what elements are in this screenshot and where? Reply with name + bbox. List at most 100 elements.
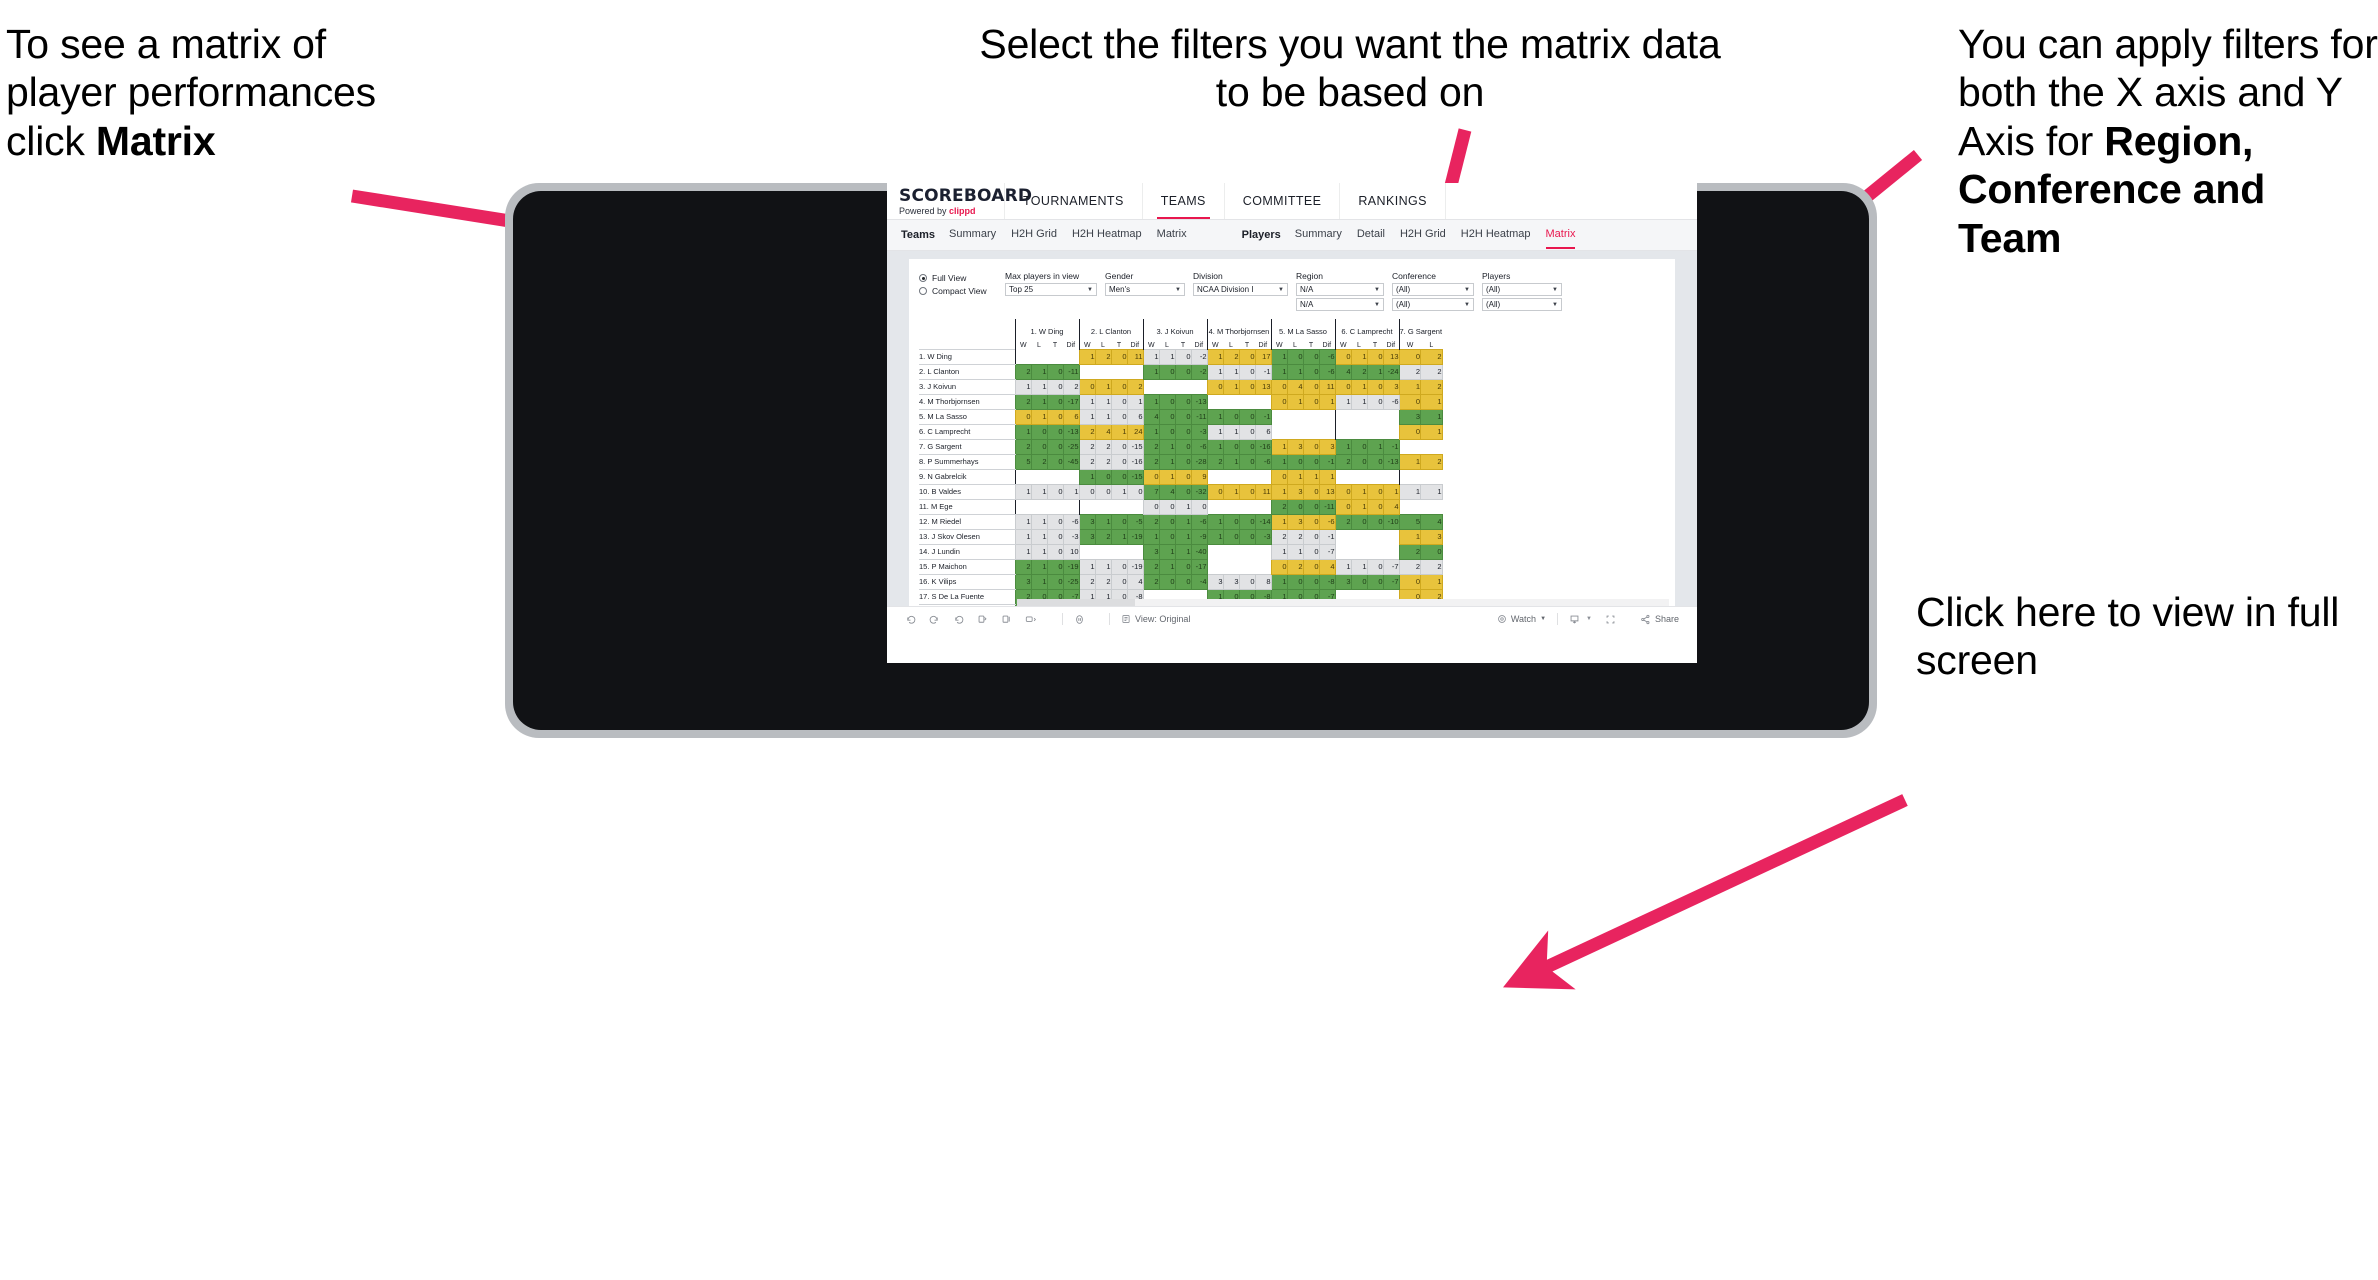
matrix-cell[interactable]: 2 bbox=[1094, 528, 1112, 545]
matrix-cell[interactable]: 9 bbox=[1190, 468, 1208, 485]
matrix-cell-empty[interactable] bbox=[1351, 409, 1367, 424]
matrix-cell[interactable]: 11 bbox=[1318, 378, 1336, 395]
matrix-cell[interactable]: 2 bbox=[1142, 453, 1160, 470]
matrix-cell[interactable]: 1 bbox=[1270, 513, 1288, 530]
matrix-cell[interactable]: 2 bbox=[1078, 453, 1096, 470]
matrix-cell[interactable]: -11 bbox=[1062, 363, 1080, 380]
matrix-cell-empty[interactable] bbox=[1031, 499, 1047, 514]
matrix-cell[interactable]: 2 bbox=[1142, 513, 1160, 530]
matrix-cell[interactable]: 0 bbox=[1302, 483, 1320, 500]
matrix-cell[interactable]: 1 bbox=[1142, 348, 1160, 365]
matrix-cell[interactable]: 1 bbox=[1350, 483, 1368, 500]
matrix-cell-empty[interactable] bbox=[1063, 469, 1079, 484]
matrix-cell[interactable]: 0 bbox=[1174, 363, 1192, 380]
matrix-cell[interactable]: 13 bbox=[1254, 378, 1272, 395]
matrix-cell[interactable]: 0 bbox=[1174, 573, 1192, 590]
matrix-cell[interactable]: -15 bbox=[1126, 438, 1144, 455]
matrix-cell[interactable]: -6 bbox=[1318, 513, 1336, 530]
matrix-cell-empty[interactable] bbox=[1175, 379, 1191, 394]
matrix-cell[interactable]: 1 bbox=[1286, 393, 1304, 410]
matrix-cell[interactable]: 1 bbox=[1270, 438, 1288, 455]
matrix-cell[interactable]: -11 bbox=[1190, 408, 1208, 425]
matrix-cell[interactable]: 1 bbox=[1270, 453, 1288, 470]
matrix-cell-empty[interactable] bbox=[1367, 424, 1383, 439]
matrix-cell-empty[interactable] bbox=[1270, 424, 1287, 439]
matrix-cell[interactable]: 1 bbox=[1158, 438, 1176, 455]
pause-icon[interactable] bbox=[1001, 614, 1012, 625]
matrix-cell[interactable]: 2 bbox=[1420, 363, 1443, 380]
matrix-cell-empty[interactable] bbox=[1287, 409, 1303, 424]
matrix-cell[interactable]: 0 bbox=[1270, 468, 1288, 485]
matrix-cell[interactable]: 1 bbox=[1318, 468, 1336, 485]
matrix-cell[interactable]: 2 bbox=[1142, 573, 1160, 590]
matrix-cell-empty[interactable] bbox=[1367, 469, 1383, 484]
matrix-cell[interactable]: 0 bbox=[1302, 543, 1320, 560]
matrix-cell[interactable]: 8 bbox=[1254, 573, 1272, 590]
nav-rankings[interactable]: RANKINGS bbox=[1340, 183, 1446, 219]
matrix-cell[interactable]: 1 bbox=[1174, 513, 1192, 530]
matrix-cell[interactable]: 1 bbox=[1398, 528, 1422, 545]
matrix-cell[interactable]: 0 bbox=[1238, 483, 1256, 500]
matrix-cell[interactable]: 7 bbox=[1142, 483, 1160, 500]
matrix-cell[interactable]: 1 bbox=[1158, 543, 1176, 560]
matrix-cell[interactable]: 1 bbox=[1014, 543, 1032, 560]
matrix-cell[interactable]: 1 bbox=[1206, 408, 1224, 425]
matrix-cell-empty[interactable] bbox=[1383, 529, 1399, 544]
matrix-cell-empty[interactable] bbox=[1014, 499, 1031, 514]
subnav-players-matrix[interactable]: Matrix bbox=[1545, 228, 1575, 249]
matrix-cell[interactable]: 4 bbox=[1382, 498, 1400, 515]
matrix-cell[interactable]: 0 bbox=[1110, 453, 1128, 470]
matrix-cell[interactable]: 1 bbox=[1350, 393, 1368, 410]
matrix-cell[interactable]: 1 bbox=[1062, 483, 1080, 500]
matrix-cell[interactable]: -6 bbox=[1062, 513, 1080, 530]
subnav-teams-summary[interactable]: Summary bbox=[949, 228, 996, 242]
matrix-cell[interactable]: 0 bbox=[1398, 348, 1422, 365]
matrix-cell[interactable]: 0 bbox=[1286, 348, 1304, 365]
filter-conference-select-x[interactable]: (All) ▼ bbox=[1392, 283, 1474, 296]
matrix-cell[interactable]: 0 bbox=[1238, 453, 1256, 470]
matrix-cell-empty[interactable] bbox=[1127, 499, 1143, 514]
matrix-cell[interactable]: 0 bbox=[1110, 468, 1128, 485]
matrix-cell[interactable]: 0 bbox=[1206, 483, 1224, 500]
matrix-cell[interactable]: -19 bbox=[1126, 528, 1144, 545]
matrix-cell[interactable]: 0 bbox=[1350, 513, 1368, 530]
undo-icon[interactable] bbox=[905, 614, 916, 625]
matrix-cell-empty[interactable] bbox=[1398, 469, 1421, 484]
matrix-cell-empty[interactable] bbox=[1420, 439, 1443, 454]
matrix-cell[interactable]: 2 bbox=[1398, 543, 1422, 560]
matrix-cell[interactable]: 2 bbox=[1126, 378, 1144, 395]
matrix-cell[interactable]: 2 bbox=[1420, 453, 1443, 470]
matrix-cell[interactable]: 3 bbox=[1382, 378, 1400, 395]
matrix-cell[interactable]: -2 bbox=[1190, 348, 1208, 365]
matrix-cell-empty[interactable] bbox=[1078, 499, 1095, 514]
radio-full-view[interactable]: Full View bbox=[919, 273, 1005, 283]
matrix-cell[interactable]: -8 bbox=[1318, 573, 1336, 590]
matrix-cell[interactable]: 1 bbox=[1030, 513, 1048, 530]
matrix-cell[interactable]: 1 bbox=[1206, 423, 1224, 440]
matrix-cell[interactable]: 1 bbox=[1286, 543, 1304, 560]
matrix-cell-empty[interactable] bbox=[1319, 409, 1335, 424]
matrix-cell[interactable]: 4 bbox=[1142, 408, 1160, 425]
matrix-cell[interactable]: -1 bbox=[1318, 453, 1336, 470]
brand-logo[interactable]: SCOREBOARD Powered by clippd bbox=[887, 183, 1032, 219]
matrix-cell[interactable]: 0 bbox=[1158, 573, 1176, 590]
matrix-cell[interactable]: 1 bbox=[1030, 573, 1048, 590]
matrix-cell[interactable]: 0 bbox=[1238, 573, 1256, 590]
matrix-cell-empty[interactable] bbox=[1420, 499, 1443, 514]
matrix-cell[interactable]: 1 bbox=[1420, 573, 1443, 590]
filter-region-select-x[interactable]: N/A ▼ bbox=[1296, 283, 1384, 296]
matrix-cell-empty[interactable] bbox=[1351, 544, 1367, 559]
matrix-cell-empty[interactable] bbox=[1031, 349, 1047, 364]
matrix-cell[interactable]: 0 bbox=[1174, 393, 1192, 410]
matrix-cell[interactable]: 1 bbox=[1398, 453, 1422, 470]
matrix-cell[interactable]: 0 bbox=[1174, 453, 1192, 470]
matrix-cell[interactable]: -45 bbox=[1062, 453, 1080, 470]
matrix-cell[interactable]: 0 bbox=[1142, 498, 1160, 515]
filter-division-select[interactable]: NCAA Division I ▼ bbox=[1193, 283, 1288, 296]
matrix-cell[interactable]: 0 bbox=[1334, 378, 1352, 395]
matrix-cell[interactable]: 1 bbox=[1420, 393, 1443, 410]
matrix-cell[interactable]: 1 bbox=[1014, 528, 1032, 545]
matrix-cell[interactable]: 1 bbox=[1110, 483, 1128, 500]
matrix-cell[interactable]: 1 bbox=[1030, 408, 1048, 425]
matrix-cell-empty[interactable] bbox=[1095, 364, 1111, 379]
